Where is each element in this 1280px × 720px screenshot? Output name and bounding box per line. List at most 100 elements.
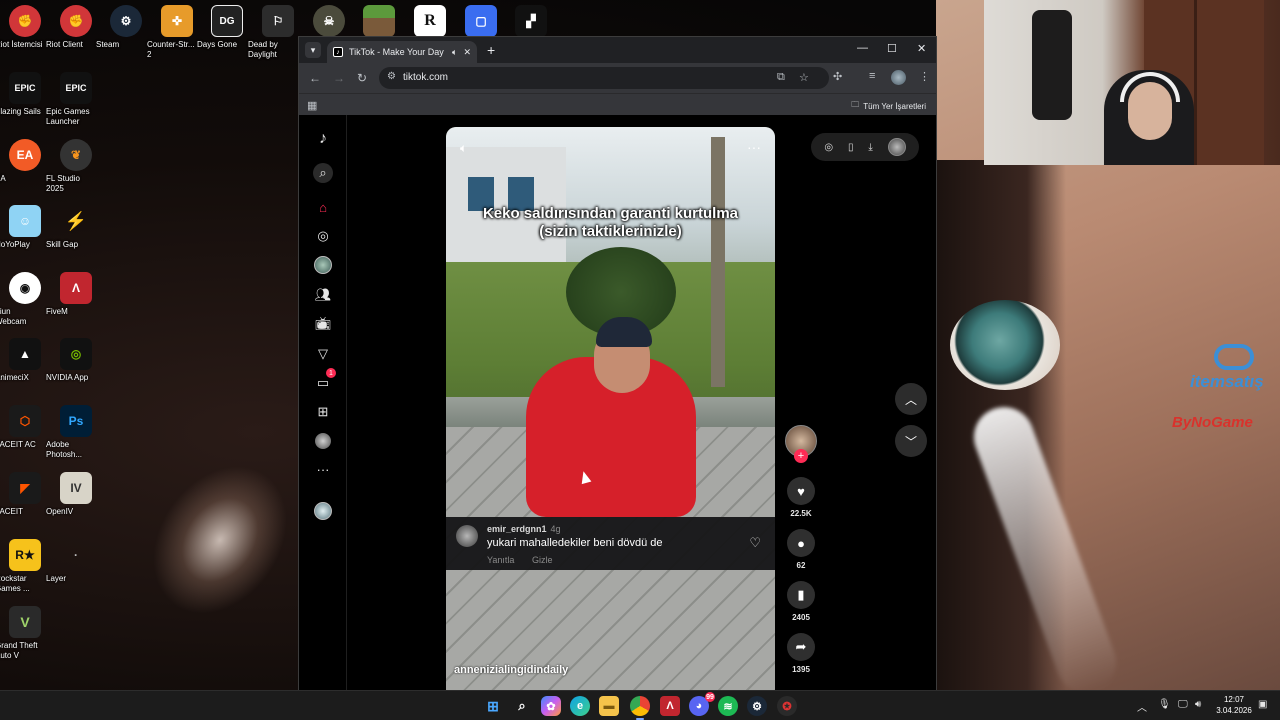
- tab-tiktok[interactable]: ♪ TikTok - Make Your Day 🔈︎ ✕: [327, 41, 477, 63]
- explore-compass-icon[interactable]: ◎: [313, 226, 333, 246]
- desktop-icon-fl-studio[interactable]: ❦ FL Studio 2025: [46, 139, 101, 194]
- taskbar-clock[interactable]: 12:07 3.04.2026: [1214, 694, 1254, 716]
- hide-button[interactable]: Gizle: [532, 555, 553, 565]
- desktop-icon-faceit[interactable]: ◤ FACEIT: [0, 472, 50, 517]
- desktop-icon-ea[interactable]: EA EA: [0, 139, 50, 184]
- more-icon[interactable]: ···: [313, 459, 333, 479]
- desktop-icon-skill-gap[interactable]: ⚡ Skill Gap: [46, 205, 101, 250]
- desktop-icon-layer[interactable]: · Layer: [46, 539, 101, 584]
- desktop-icon-riot-istemcisi[interactable]: ✊ Riot İstemcisi: [0, 5, 50, 50]
- back-icon[interactable]: ←: [309, 71, 321, 85]
- volume-icon[interactable]: 🔊︎: [1195, 699, 1201, 710]
- forward-icon[interactable]: →: [333, 71, 345, 85]
- close-tab-icon[interactable]: ✕: [463, 47, 471, 58]
- user-avatar[interactable]: [887, 138, 906, 156]
- copilot-icon[interactable]: ✿: [541, 696, 561, 716]
- desktop-icon-game[interactable]: ☠: [304, 5, 354, 37]
- phone-icon[interactable]: ▯: [848, 142, 854, 153]
- discord-icon[interactable]: ◕ 99: [689, 692, 715, 716]
- desktop-icon-photoshop[interactable]: Ps Adobe Photosh...: [46, 405, 101, 460]
- video-more-icon[interactable]: ···: [747, 139, 761, 155]
- video-player[interactable]: Keko saldırısından garanti kurtulma (siz…: [446, 127, 775, 693]
- chrome-icon[interactable]: [630, 696, 650, 716]
- install-app-icon[interactable]: ⧉: [777, 71, 785, 84]
- site-info-icon[interactable]: ⚙: [387, 71, 396, 82]
- messages-send-icon[interactable]: ▽: [313, 344, 333, 364]
- riot-taskbar-icon[interactable]: ✪: [777, 696, 797, 716]
- desktop-icon-gta-v[interactable]: V Grand Theft Auto V: [0, 606, 50, 661]
- next-video-icon[interactable]: ﹀: [895, 425, 927, 457]
- reload-icon[interactable]: ↻: [357, 71, 367, 85]
- new-tab-icon[interactable]: +: [487, 42, 495, 58]
- desktop-icon-openiv[interactable]: IV OpenIV: [46, 472, 101, 517]
- desktop-icon-nvidia[interactable]: ◎ NVIDIA App: [46, 338, 101, 383]
- video-author-handle[interactable]: annenizialingidindaily: [454, 664, 568, 676]
- extensions-icon[interactable]: ✣: [833, 70, 842, 83]
- tiktok-logo-icon[interactable]: ♪: [313, 129, 333, 149]
- bookmark-icon[interactable]: ▮: [787, 581, 815, 609]
- like-heart-icon[interactable]: ♥: [787, 477, 815, 505]
- desktop-icon-blazing-sails[interactable]: EPIC Blazing Sails: [0, 72, 50, 117]
- desktop-icon-fivem[interactable]: Λ FiveM: [46, 272, 101, 317]
- maximize-icon[interactable]: ☐: [887, 42, 897, 55]
- desktop-icon-cs2[interactable]: ✜ Counter-Str... 2: [147, 5, 202, 60]
- network-icon[interactable]: 🖵︎: [1178, 699, 1188, 710]
- search-icon[interactable]: ⌕: [512, 696, 532, 716]
- download-icon[interactable]: ⤓: [868, 142, 872, 153]
- upload-icon[interactable]: ⊞: [313, 402, 333, 422]
- apps-grid-icon[interactable]: ▦: [307, 99, 317, 112]
- coin-icon[interactable]: [313, 501, 333, 521]
- desktop-icon-days-gone[interactable]: DG Days Gone: [197, 5, 252, 50]
- desktop-icon-hoyoplay[interactable]: ☺ HoYoPlay: [0, 205, 50, 250]
- friends-icon[interactable]: 👥︎: [313, 285, 333, 305]
- desktop-icon-dead-by-daylight[interactable]: ⚐ Dead by Daylight: [248, 5, 303, 60]
- windows-start-icon[interactable]: ⊞: [483, 696, 503, 716]
- profile-avatar-icon[interactable]: [313, 431, 333, 451]
- profile-avatar[interactable]: [891, 70, 906, 85]
- comment-user[interactable]: emir_erdgnn1 4g: [487, 524, 561, 534]
- desktop-icon-riot-client[interactable]: ✊ Riot Client: [46, 5, 101, 50]
- home-icon[interactable]: ⌂: [313, 197, 333, 217]
- media-control-icon[interactable]: ≡: [869, 70, 875, 82]
- bookmark-star-icon[interactable]: ☆: [799, 71, 809, 84]
- desktop-icon-animecix[interactable]: ▲ AnimeciX: [0, 338, 50, 383]
- follow-plus-icon[interactable]: +: [794, 449, 808, 463]
- spotify-icon[interactable]: ≋: [718, 696, 738, 716]
- speaker-icon[interactable]: 🔈︎: [452, 47, 457, 58]
- desktop-icon-roblox-studio[interactable]: ▞: [506, 5, 556, 37]
- comment-bubble-icon[interactable]: ●: [787, 529, 815, 557]
- file-explorer-icon[interactable]: ▬: [599, 696, 619, 716]
- following-avatar[interactable]: [313, 255, 333, 275]
- tab-search-icon[interactable]: ▾: [305, 42, 321, 58]
- desktop-icon-roblox[interactable]: ▢: [456, 5, 506, 37]
- live-tv-icon[interactable]: 📺︎: [313, 314, 333, 334]
- address-url[interactable]: tiktok.com: [403, 72, 448, 83]
- search-icon[interactable]: ⌕: [313, 163, 333, 183]
- desktop-icon-rockstar-games[interactable]: R★ Rockstar Games ...: [0, 539, 50, 594]
- reply-button[interactable]: Yanıtla: [487, 555, 514, 565]
- desktop-icon-steam[interactable]: ⚙ Steam: [96, 5, 151, 50]
- comment-like-icon[interactable]: ♡: [749, 535, 761, 551]
- address-bar[interactable]: ⚙ tiktok.com ⧉ ☆: [379, 67, 829, 89]
- volume-icon[interactable]: 🔈︎: [460, 141, 467, 156]
- microphone-icon[interactable]: 🎙︎: [1158, 699, 1171, 710]
- notifications-icon[interactable]: ▣: [1258, 699, 1267, 710]
- inbox-icon[interactable]: ▭ 1: [313, 368, 336, 393]
- steam-taskbar-icon[interactable]: ⚙: [747, 696, 767, 716]
- menu-kebab-icon[interactable]: ⋮: [919, 70, 930, 83]
- previous-video-icon[interactable]: ︿: [895, 383, 927, 415]
- desktop-icon-iriun[interactable]: ◉ Iriun Webcam: [0, 272, 50, 327]
- explore-icon[interactable]: ◎: [824, 142, 833, 153]
- desktop-icon-epic-launcher[interactable]: EPIC Epic Games Launcher: [46, 72, 101, 127]
- close-window-icon[interactable]: ✕: [917, 42, 926, 55]
- edge-icon[interactable]: e: [570, 696, 590, 716]
- desktop-icon-rockstar-launcher[interactable]: R: [405, 5, 455, 37]
- desktop-icon-minecraft[interactable]: [354, 5, 404, 37]
- desktop-icon-faceit-ac[interactable]: ⬡ FACEIT AC: [0, 405, 50, 450]
- comment-avatar[interactable]: [456, 525, 478, 547]
- share-arrow-icon[interactable]: ➦: [787, 633, 815, 661]
- all-bookmarks-button[interactable]: 🗀 Tüm Yer İşaretleri: [851, 99, 926, 113]
- minimize-icon[interactable]: —: [857, 42, 868, 54]
- fivem-taskbar-icon[interactable]: Λ: [660, 696, 680, 716]
- tray-overflow-icon[interactable]: ︿: [1137, 699, 1147, 714]
